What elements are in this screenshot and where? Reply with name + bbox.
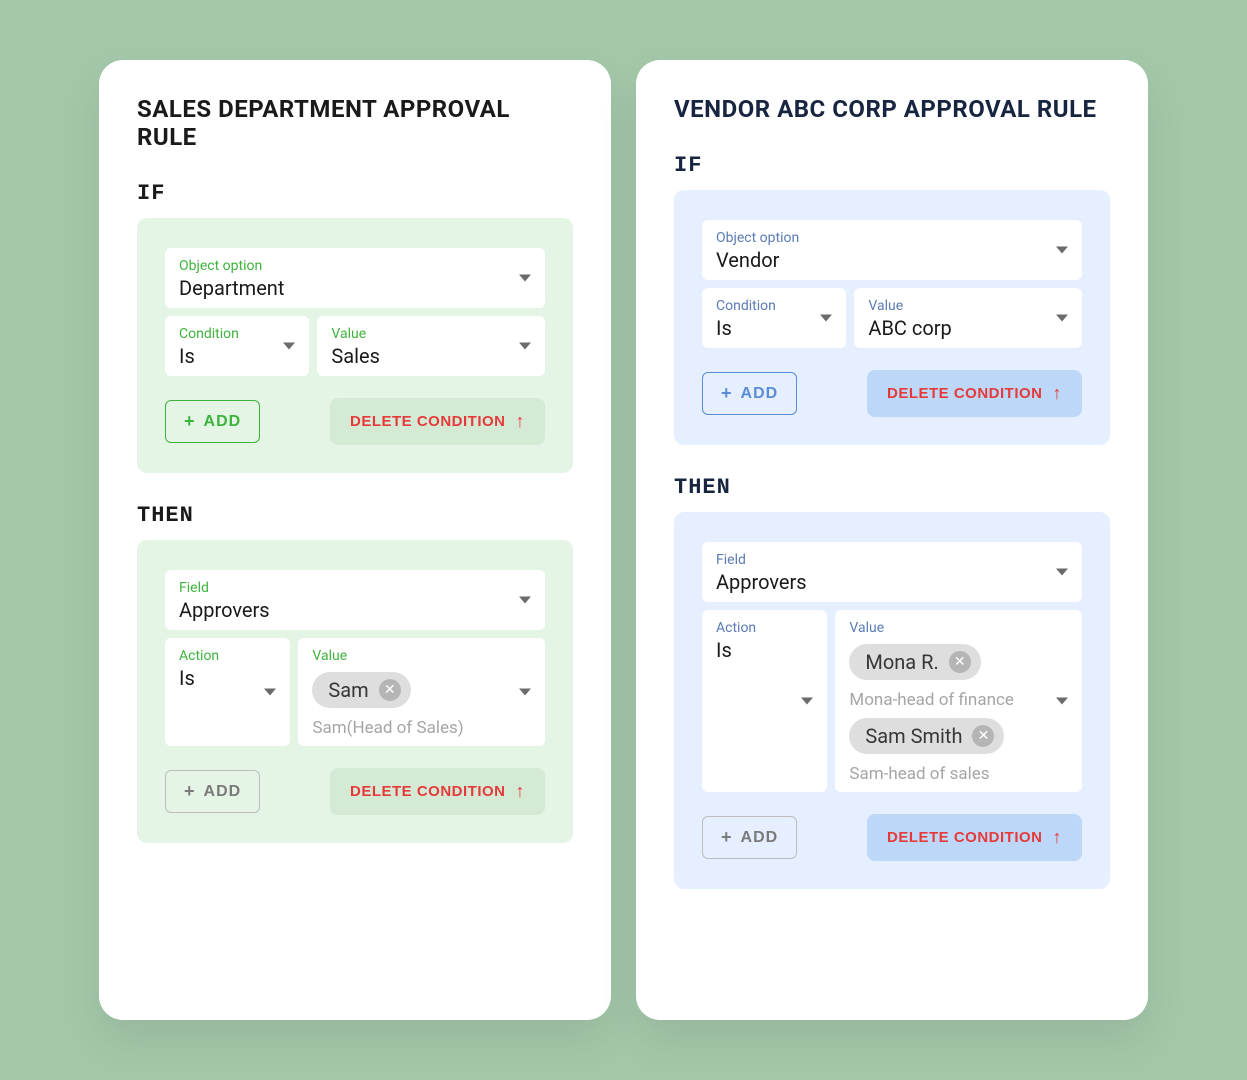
condition-select[interactable]: Condition Is [165, 316, 309, 376]
action-value: Is [716, 638, 813, 662]
arrow-up-icon: ↑ [1053, 383, 1063, 404]
then-label: THEN [674, 475, 1110, 500]
condition-label: Condition [716, 298, 832, 314]
add-condition-button[interactable]: + ADD [165, 400, 260, 443]
chip-caption: Sam(Head of Sales) [312, 718, 531, 738]
plus-icon: + [184, 411, 196, 432]
chip-caption: Sam-head of sales [849, 764, 1068, 784]
value-select[interactable]: Value ABC corp [854, 288, 1082, 348]
chip-caption: Mona-head of finance [849, 690, 1068, 710]
arrow-up-icon: ↑ [1053, 827, 1063, 848]
object-option-value: Department [179, 276, 531, 300]
field-select[interactable]: Field Approvers [165, 570, 545, 630]
value-chip-input[interactable]: Value Sam ✕ Sam(Head of Sales) [298, 638, 545, 746]
plus-icon: + [721, 827, 733, 848]
chevron-down-icon [1056, 698, 1068, 705]
approver-chip[interactable]: Mona R. ✕ [849, 644, 980, 680]
chevron-down-icon [519, 597, 531, 604]
action-label: Action [716, 620, 813, 636]
arrow-up-icon: ↑ [516, 411, 526, 432]
condition-value: Is [179, 344, 295, 368]
plus-icon: + [721, 383, 733, 404]
close-icon[interactable]: ✕ [972, 725, 994, 747]
action-label: Action [179, 648, 276, 664]
value-value: Sales [331, 344, 531, 368]
field-value: Approvers [179, 598, 531, 622]
delete-label: DELETE CONDITION [887, 385, 1043, 402]
rule-title: SALES DEPARTMENT APPROVAL RULE [137, 95, 573, 151]
object-option-label: Object option [716, 230, 1068, 246]
close-icon[interactable]: ✕ [379, 679, 401, 701]
action-select[interactable]: Action Is [702, 610, 827, 792]
add-action-button[interactable]: + ADD [165, 770, 260, 813]
add-action-button[interactable]: + ADD [702, 816, 797, 859]
chip-text: Sam [328, 678, 368, 702]
value-chip-input[interactable]: Value Mona R. ✕ Mona-head of finance Sam… [835, 610, 1082, 792]
delete-label: DELETE CONDITION [350, 783, 506, 800]
rule-card-vendor: VENDOR ABC CORP APPROVAL RULE IF Object … [636, 60, 1148, 1020]
chevron-down-icon [519, 689, 531, 696]
value-label: Value [312, 648, 531, 664]
then-block: Field Approvers Action Is Value Sam ✕ Sa… [137, 540, 573, 843]
plus-icon: + [184, 781, 196, 802]
value-select[interactable]: Value Sales [317, 316, 545, 376]
field-select[interactable]: Field Approvers [702, 542, 1082, 602]
chip-text: Mona R. [865, 650, 938, 674]
value-label: Value [331, 326, 531, 342]
delete-label: DELETE CONDITION [887, 829, 1043, 846]
chip-text: Sam Smith [865, 724, 962, 748]
delete-condition-button[interactable]: DELETE CONDITION ↑ [867, 370, 1082, 417]
chevron-down-icon [283, 343, 295, 350]
approver-chip[interactable]: Sam Smith ✕ [849, 718, 1004, 754]
add-label: ADD [741, 829, 779, 847]
delete-label: DELETE CONDITION [350, 413, 506, 430]
field-value: Approvers [716, 570, 1068, 594]
chevron-down-icon [519, 343, 531, 350]
approver-chip[interactable]: Sam ✕ [312, 672, 410, 708]
object-option-value: Vendor [716, 248, 1068, 272]
if-block: Object option Department Condition Is Va… [137, 218, 573, 473]
chevron-down-icon [1056, 315, 1068, 322]
add-label: ADD [204, 783, 242, 801]
chevron-down-icon [519, 275, 531, 282]
value-label: Value [849, 620, 1068, 636]
object-option-label: Object option [179, 258, 531, 274]
add-label: ADD [204, 413, 242, 431]
value-value: ABC corp [868, 316, 1068, 340]
chevron-down-icon [1056, 569, 1068, 576]
if-block: Object option Vendor Condition Is Value … [674, 190, 1110, 445]
arrow-up-icon: ↑ [516, 781, 526, 802]
delete-action-button[interactable]: DELETE CONDITION ↑ [330, 768, 545, 815]
delete-condition-button[interactable]: DELETE CONDITION ↑ [330, 398, 545, 445]
if-label: IF [137, 181, 573, 206]
object-option-select[interactable]: Object option Department [165, 248, 545, 308]
action-select[interactable]: Action Is [165, 638, 290, 746]
chevron-down-icon [264, 689, 276, 696]
delete-action-button[interactable]: DELETE CONDITION ↑ [867, 814, 1082, 861]
condition-select[interactable]: Condition Is [702, 288, 846, 348]
field-label: Field [179, 580, 531, 596]
action-value: Is [179, 666, 276, 690]
rule-title: VENDOR ABC CORP APPROVAL RULE [674, 95, 1110, 123]
add-label: ADD [741, 385, 779, 403]
close-icon[interactable]: ✕ [949, 651, 971, 673]
condition-label: Condition [179, 326, 295, 342]
chevron-down-icon [820, 315, 832, 322]
then-block: Field Approvers Action Is Value Mona R. … [674, 512, 1110, 889]
condition-value: Is [716, 316, 832, 340]
value-label: Value [868, 298, 1068, 314]
then-label: THEN [137, 503, 573, 528]
if-label: IF [674, 153, 1110, 178]
chevron-down-icon [1056, 247, 1068, 254]
rule-card-sales: SALES DEPARTMENT APPROVAL RULE IF Object… [99, 60, 611, 1020]
add-condition-button[interactable]: + ADD [702, 372, 797, 415]
field-label: Field [716, 552, 1068, 568]
chevron-down-icon [801, 698, 813, 705]
object-option-select[interactable]: Object option Vendor [702, 220, 1082, 280]
